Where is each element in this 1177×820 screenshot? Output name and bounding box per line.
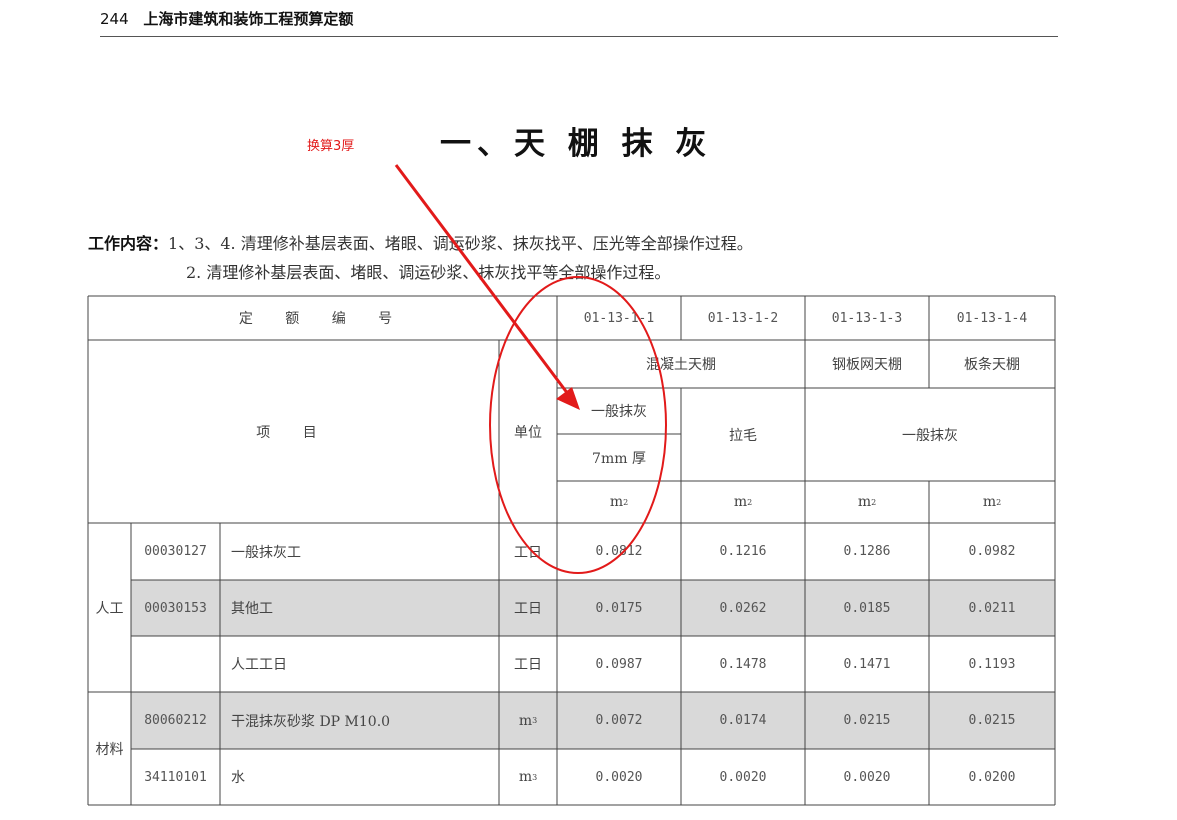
row-5-value-1: 0.0020: [595, 769, 643, 785]
annotation-label: 换算3厚: [307, 139, 355, 154]
row-5-value-2: 0.0020: [719, 769, 767, 785]
row-1-value-1: 0.0812: [595, 544, 643, 559]
row-1-value-3: 0.1286: [843, 544, 891, 559]
row-2-code: 00030153: [144, 600, 207, 616]
work-content-text-1: 1、3、4. 清理修补基层表面、堵眼、调运砂浆、抹灰找平、压光等全部操作过程。: [168, 234, 753, 253]
subheader-general-plaster-merged: 一般抹灰: [902, 427, 958, 444]
group-lath-ceiling: 板条天棚: [964, 357, 1020, 373]
subheader-roughen: 拉毛: [729, 427, 757, 444]
row-3-value-3: 0.1471: [843, 656, 891, 672]
row-2-value-3: 0.0185: [843, 600, 891, 616]
category-labor: 人工: [95, 600, 124, 617]
row-3-value-4: 0.1193: [968, 656, 1016, 672]
item-header: 项 目: [256, 424, 331, 441]
row-3-code: [131, 636, 220, 692]
row-1-code: 00030127: [144, 544, 207, 559]
subheader-general-plaster: 一般抹灰: [591, 404, 647, 420]
row-2-value-4: 0.0211: [968, 600, 1016, 616]
row-1-unit: 工日: [514, 544, 542, 561]
group-concrete-ceiling: 混凝土天棚: [646, 357, 716, 373]
row-4-value-4: 0.0215: [968, 713, 1016, 728]
row-3-value-1: 0.0987: [595, 656, 643, 672]
col-unit-3: m2: [857, 494, 877, 510]
row-4-code: 80060212: [144, 713, 207, 728]
quota-code-3: 01-13-1-3: [831, 310, 903, 326]
page-header: 244 上海市建筑和装饰工程预算定额: [100, 8, 1058, 37]
row-4-unit: m3: [518, 712, 538, 729]
row-4-value-3: 0.0215: [843, 713, 891, 728]
row-3-value-2: 0.1478: [719, 656, 767, 672]
subheader-thickness: 7mm 厚: [592, 450, 646, 467]
page-number: 244: [100, 10, 129, 28]
col-unit-1: m2: [609, 494, 629, 510]
row-2-value-1: 0.0175: [595, 600, 643, 616]
section-title: 一、天 棚 抹 灰: [440, 126, 713, 162]
quota-code-4: 01-13-1-4: [956, 310, 1028, 326]
row-5-name: 水: [231, 770, 245, 786]
row-1-value-2: 0.1216: [719, 544, 767, 559]
row-4-value-1: 0.0072: [595, 713, 643, 728]
row-1-value-4: 0.0982: [968, 544, 1016, 559]
work-content-text-2: 2. 清理修补基层表面、堵眼、调运砂浆、抹灰找平等全部操作过程。: [186, 263, 671, 282]
book-title: 上海市建筑和装饰工程预算定额: [143, 10, 354, 28]
quota-code-1: 01-13-1-1: [583, 310, 655, 326]
row-5-value-3: 0.0020: [843, 769, 891, 785]
row-1-name: 一般抹灰工: [231, 544, 301, 561]
group-mesh-ceiling: 钢板网天棚: [832, 357, 902, 373]
row-2-name: 其他工: [231, 601, 273, 617]
row-5-value-4: 0.0200: [968, 769, 1016, 785]
quota-number-label: 定 额 编 号: [238, 311, 407, 327]
row-5-code: 34110101: [144, 769, 207, 785]
row-2-value-2: 0.0262: [719, 600, 767, 616]
work-content-line-1: 工作内容：1、3、4. 清理修补基层表面、堵眼、调运砂浆、抹灰找平、压光等全部操…: [88, 230, 753, 254]
row-3-unit: 工日: [514, 657, 542, 673]
work-content-line-2: 2. 清理修补基层表面、堵眼、调运砂浆、抹灰找平等全部操作过程。: [186, 259, 670, 283]
col-unit-2: m2: [733, 494, 753, 510]
work-content-label: 工作内容：: [88, 234, 169, 253]
row-4-name: 干混抹灰砂浆 DP M10.0: [231, 713, 391, 730]
unit-header: 单位: [514, 424, 542, 441]
category-material: 材料: [95, 741, 124, 758]
row-4-value-2: 0.0174: [719, 713, 767, 728]
quota-code-2: 01-13-1-2: [707, 310, 779, 326]
col-unit-4: m2: [982, 494, 1002, 510]
row-3-name: 人工工日: [231, 657, 287, 673]
row-5-unit: m3: [518, 769, 538, 785]
row-2-unit: 工日: [514, 601, 542, 617]
